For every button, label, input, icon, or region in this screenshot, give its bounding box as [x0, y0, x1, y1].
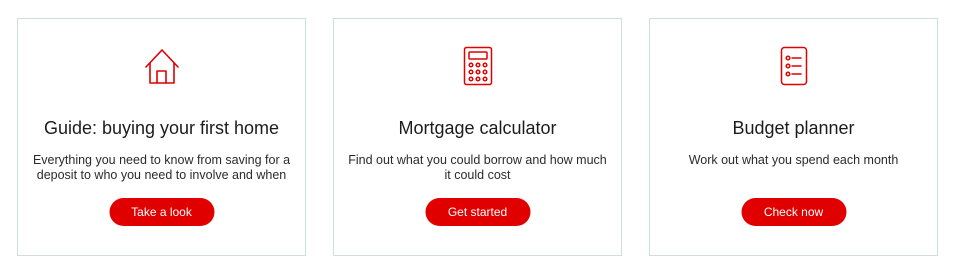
guide-card-description: Everything you need to know from saving …	[32, 153, 291, 182]
house-icon	[18, 45, 305, 87]
checklist-icon	[650, 45, 937, 87]
mortgage-calculator-card: Mortgage calculator Find out what you co…	[333, 18, 622, 256]
budget-planner-description: Work out what you spend each month	[688, 153, 899, 167]
guide-card: Guide: buying your first home Everything…	[17, 18, 306, 256]
mortgage-calculator-description: Find out what you could borrow and how m…	[348, 153, 607, 182]
get-started-button[interactable]: Get started	[425, 198, 530, 226]
budget-planner-card: Budget planner Work out what you spend e…	[649, 18, 938, 256]
mortgage-calculator-title: Mortgage calculator	[398, 118, 557, 138]
card-grid: Guide: buying your first home Everything…	[17, 18, 940, 258]
take-a-look-button[interactable]: Take a look	[109, 198, 214, 226]
budget-planner-title: Budget planner	[732, 118, 855, 138]
calculator-icon	[334, 45, 621, 87]
check-now-button[interactable]: Check now	[741, 198, 846, 226]
guide-card-title: Guide: buying your first home	[43, 118, 280, 138]
